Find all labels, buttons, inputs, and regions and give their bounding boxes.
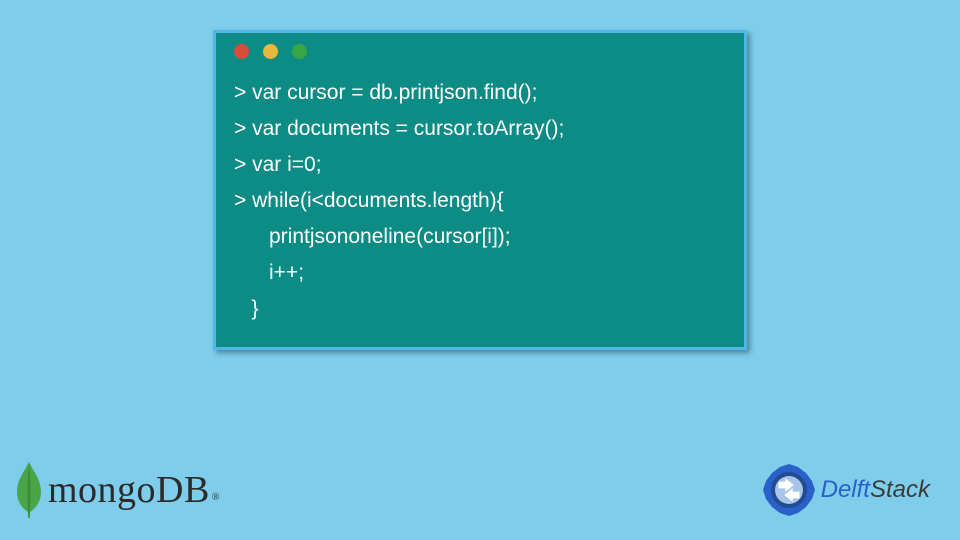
mongodb-logo: mongoDB® [14,460,220,520]
code-line: > var i=0; [234,147,726,183]
footer: mongoDB® DelftStack [0,460,960,520]
mongodb-text: mongoDB® [48,468,220,512]
code-line: printjsononeline(cursor[i]); [234,219,726,255]
code-line: i++; [234,255,726,291]
maximize-dot-icon [292,44,307,59]
minimize-dot-icon [263,44,278,59]
window-title-bar [216,33,744,69]
code-line: > var cursor = db.printjson.find(); [234,75,726,111]
delftstack-text: DelftStack [821,476,930,504]
code-body: > var cursor = db.printjson.find(); > va… [216,69,744,347]
code-line: > var documents = cursor.toArray(); [234,111,726,147]
delftstack-gear-icon [761,462,817,518]
code-window: > var cursor = db.printjson.find(); > va… [213,30,747,350]
close-dot-icon [234,44,249,59]
code-line: } [234,291,726,327]
code-line: > while(i<documents.length){ [234,183,726,219]
mongodb-leaf-icon [14,460,44,520]
delftstack-logo: DelftStack [761,462,930,518]
